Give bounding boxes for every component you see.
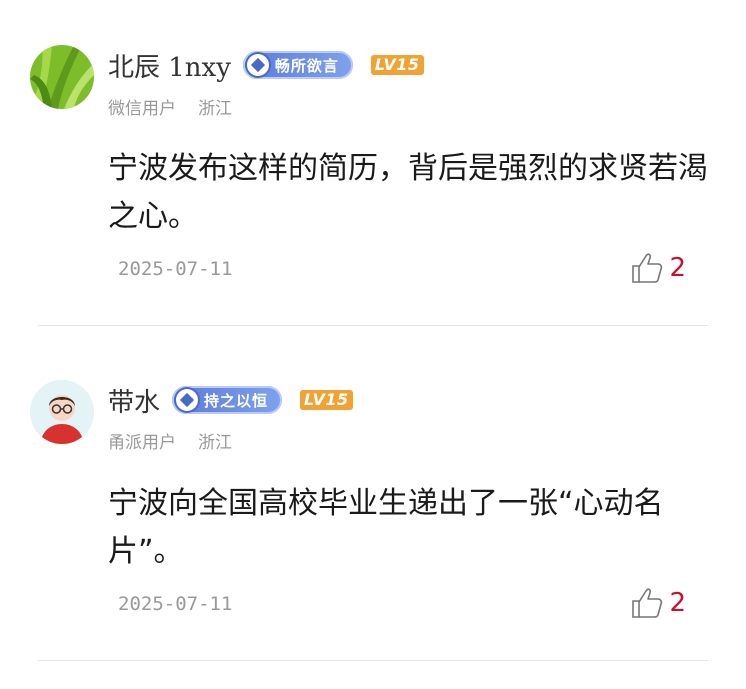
- gem-icon: [176, 389, 199, 411]
- user-type: 微信用户: [108, 99, 176, 119]
- level-badge: LV15: [300, 390, 353, 410]
- like-button[interactable]: 2: [629, 250, 686, 286]
- user-meta: 微信用户 浙江: [108, 94, 232, 119]
- user-location: 浙江: [198, 99, 232, 119]
- title-badge-label: 持之以恒: [204, 391, 269, 410]
- green-leaves-icon: [30, 45, 94, 109]
- user-avatar[interactable]: [30, 380, 94, 444]
- like-button[interactable]: 2: [629, 585, 686, 621]
- user-avatar[interactable]: [30, 45, 94, 109]
- like-count: 2: [669, 253, 686, 283]
- name-row: 北辰 1nxy 畅所欲言 LV15: [108, 45, 424, 85]
- user-type: 甬派用户: [108, 433, 176, 453]
- title-badge-label: 畅所欲言: [274, 56, 339, 75]
- divider: [38, 325, 708, 326]
- thumbs-up-icon: [632, 253, 663, 283]
- user-location: 浙江: [198, 433, 232, 453]
- level-badge: LV15: [370, 55, 424, 75]
- comment-date: 2025-07-11: [118, 258, 233, 280]
- comment-content: 宁波向全国高校毕业生递出了一张“心动名片”。: [108, 486, 664, 569]
- title-badge: 持之以恒: [172, 386, 283, 414]
- like-count: 2: [669, 588, 686, 618]
- comment-date: 2025-07-11: [118, 593, 233, 615]
- thumbs-up-icon: [632, 588, 663, 618]
- divider: [38, 660, 708, 661]
- username[interactable]: 北辰 1nxy: [108, 47, 231, 84]
- gem-icon: [246, 54, 269, 76]
- comment-content: 宁波发布这样的简历，背后是强烈的求贤若渴之心。: [108, 151, 708, 234]
- name-row: 带水 持之以恒 LV15: [108, 380, 353, 420]
- title-badge: 畅所欲言: [242, 51, 353, 79]
- cartoon-person-icon: [30, 380, 94, 444]
- username[interactable]: 带水: [108, 382, 160, 419]
- user-meta: 甬派用户 浙江: [108, 428, 232, 453]
